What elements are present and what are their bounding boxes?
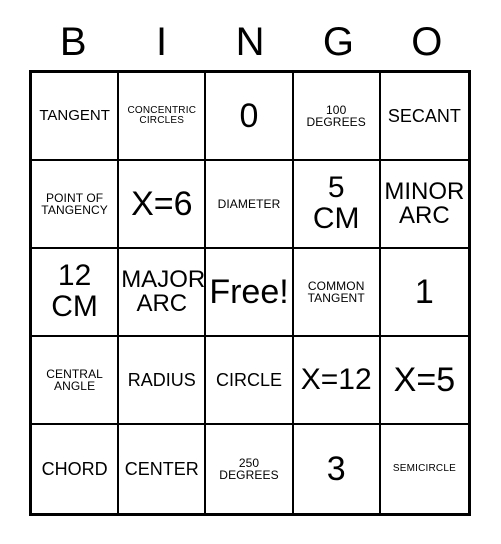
bingo-cell-text: 250 DEGREES bbox=[219, 455, 279, 482]
bingo-cell-text: CHORD bbox=[41, 458, 108, 479]
bingo-cell-g2[interactable]: 5 CM bbox=[293, 161, 381, 249]
bingo-cell-text: MAJOR ARC bbox=[121, 265, 206, 317]
bingo-cell-text: X=12 bbox=[300, 362, 372, 396]
bingo-cell-text: X=6 bbox=[131, 184, 193, 223]
bingo-cell-i1[interactable]: CONCENTRIC CIRCLES bbox=[119, 73, 207, 161]
bingo-cell-b1[interactable]: TANGENT bbox=[32, 73, 120, 161]
bingo-cell-text: SEMICIRCLE bbox=[392, 462, 456, 474]
bingo-cell-n5[interactable]: 250 DEGREES bbox=[206, 425, 294, 513]
bingo-cell-text: POINT OF TANGENCY bbox=[41, 190, 108, 217]
bingo-cell-text: 5 CM bbox=[312, 171, 360, 235]
bingo-cell-g5[interactable]: 3 bbox=[293, 425, 381, 513]
bingo-cell-text: RADIUS bbox=[127, 369, 196, 390]
header-letter-b: B bbox=[59, 20, 87, 64]
bingo-cell-i5[interactable]: CENTER bbox=[119, 425, 207, 513]
bingo-cell-text: CIRCLE bbox=[215, 369, 282, 390]
bingo-cell-text: CENTER bbox=[124, 458, 199, 479]
bingo-cell-text: X=5 bbox=[393, 360, 456, 399]
bingo-cell-text: 0 bbox=[239, 96, 259, 135]
bingo-cell-g1[interactable]: 100 DEGREES bbox=[293, 73, 381, 161]
bingo-grid: TANGENT CONCENTRIC CIRCLES 0 100 DEGREES… bbox=[29, 70, 471, 516]
bingo-cell-i2[interactable]: X=6 bbox=[119, 161, 207, 249]
bingo-cell-n1[interactable]: 0 bbox=[206, 73, 294, 161]
bingo-header-row: B I N G O bbox=[29, 16, 471, 68]
bingo-cell-o5[interactable]: SEMICIRCLE bbox=[380, 425, 468, 513]
header-letter-g: G bbox=[322, 20, 354, 64]
bingo-cell-text: Free! bbox=[209, 272, 289, 311]
bingo-cell-b2[interactable]: POINT OF TANGENCY bbox=[32, 161, 120, 249]
bingo-cell-text: CONCENTRIC CIRCLES bbox=[127, 104, 197, 126]
bingo-cell-text: SECANT bbox=[387, 105, 461, 126]
bingo-cell-n2[interactable]: DIAMETER bbox=[206, 161, 294, 249]
bingo-cell-o3[interactable]: 1 bbox=[380, 249, 468, 337]
bingo-cell-b4[interactable]: CENTRAL ANGLE bbox=[32, 337, 120, 425]
bingo-cell-text: DIAMETER bbox=[217, 196, 281, 211]
bingo-cell-i4[interactable]: RADIUS bbox=[119, 337, 207, 425]
bingo-cell-text: 12 CM bbox=[51, 259, 98, 323]
header-letter-o: O bbox=[411, 20, 443, 64]
bingo-cell-text: COMMON TANGENT bbox=[307, 278, 365, 305]
bingo-cell-o4[interactable]: X=5 bbox=[380, 337, 468, 425]
bingo-card: B I N G O TANGENT CONCENTRIC CIRCLES 0 1… bbox=[0, 0, 501, 544]
header-letter-i: I bbox=[156, 20, 168, 64]
bingo-cell-text: 3 bbox=[326, 449, 346, 488]
bingo-cell-text: TANGENT bbox=[39, 107, 110, 125]
bingo-cell-o1[interactable]: SECANT bbox=[380, 73, 468, 161]
bingo-cell-g3[interactable]: COMMON TANGENT bbox=[293, 249, 381, 337]
bingo-cell-n4[interactable]: CIRCLE bbox=[206, 337, 294, 425]
bingo-cell-text: CENTRAL ANGLE bbox=[46, 366, 103, 393]
bingo-cell-free-space[interactable]: Free! bbox=[206, 249, 294, 337]
bingo-cell-o2[interactable]: MINOR ARC bbox=[380, 161, 468, 249]
bingo-cell-text: 1 bbox=[414, 272, 434, 311]
bingo-cell-i3[interactable]: MAJOR ARC bbox=[119, 249, 207, 337]
bingo-cell-b5[interactable]: CHORD bbox=[32, 425, 120, 513]
bingo-cell-b3[interactable]: 12 CM bbox=[32, 249, 120, 337]
bingo-cell-g4[interactable]: X=12 bbox=[293, 337, 381, 425]
bingo-cell-text: MINOR ARC bbox=[384, 177, 465, 229]
header-letter-n: N bbox=[235, 20, 265, 64]
bingo-cell-text: 100 DEGREES bbox=[306, 102, 366, 129]
